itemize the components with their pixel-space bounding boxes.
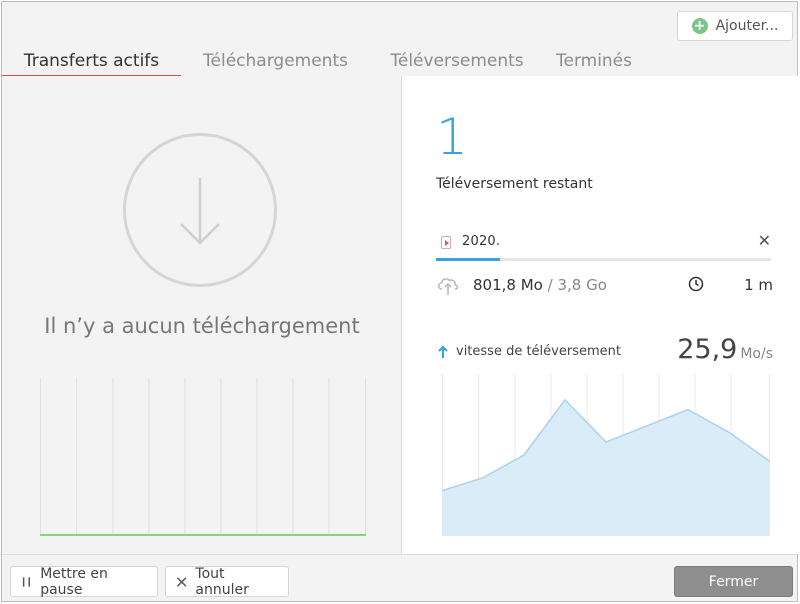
cloud-upload-icon bbox=[437, 278, 459, 295]
upload-speed-graph bbox=[442, 374, 770, 536]
remaining-count: 1 bbox=[436, 108, 468, 166]
upload-arrow-icon bbox=[438, 345, 448, 358]
tab-active-transfers[interactable]: Transferts actifs bbox=[2, 47, 181, 77]
pause-button[interactable]: Mettre en pause bbox=[10, 565, 158, 598]
total-size: / 3,8 Go bbox=[547, 276, 607, 294]
add-button-label: Ajouter... bbox=[715, 18, 779, 34]
upload-speed-label: vitesse de téléversement bbox=[456, 344, 621, 359]
download-speed-graph bbox=[40, 378, 366, 536]
tab-finished[interactable]: Terminés bbox=[544, 47, 644, 76]
empty-downloads-message: Il n’y a aucun téléchargement bbox=[44, 314, 360, 338]
cancel-all-button-label: Tout annuler bbox=[195, 565, 249, 598]
upload-speed-label-group: vitesse de téléversement bbox=[438, 344, 621, 359]
uploads-panel: 1 Téléversement restant 2020. ✕ 801,8 Mo… bbox=[402, 76, 798, 554]
tab-bar: Transferts actifs Téléchargements Téléve… bbox=[2, 47, 644, 77]
cancel-all-button[interactable]: Tout annuler bbox=[165, 565, 289, 598]
upload-item: 2020. ✕ bbox=[436, 231, 771, 261]
upload-size-text: 801,8 Mo / 3,8 Go bbox=[473, 276, 607, 294]
upload-file-name: 2020. bbox=[462, 234, 501, 249]
footer-bar: Mettre en pause Tout annuler Fermer bbox=[2, 554, 797, 601]
time-remaining: 1 m bbox=[744, 276, 773, 294]
video-file-icon bbox=[441, 236, 451, 249]
upload-speed-unit: Mo/s bbox=[740, 346, 773, 362]
upload-speed-readout: 25,9 Mo/s bbox=[677, 334, 773, 365]
upload-speed-value: 25,9 bbox=[677, 334, 738, 365]
download-arrow-icon bbox=[123, 133, 277, 287]
add-button[interactable]: + Ajouter... bbox=[677, 11, 793, 41]
header-bar: + Ajouter... Transferts actifs Télécharg… bbox=[2, 2, 797, 77]
add-plus-icon: + bbox=[691, 18, 708, 34]
remaining-label: Téléversement restant bbox=[436, 176, 593, 192]
tab-downloads[interactable]: Téléchargements bbox=[181, 47, 370, 76]
close-icon bbox=[176, 576, 187, 587]
transferred-size: 801,8 Mo bbox=[473, 276, 543, 294]
upload-progress-fill bbox=[436, 258, 500, 261]
tab-uploads[interactable]: Téléversements bbox=[370, 47, 544, 76]
downloads-panel: Il n’y a aucun téléchargement bbox=[2, 76, 402, 554]
speed-area bbox=[442, 399, 770, 536]
upload-progress-bar bbox=[436, 258, 771, 261]
transfer-manager-window: + Ajouter... Transferts actifs Télécharg… bbox=[1, 1, 798, 602]
cancel-upload-icon[interactable]: ✕ bbox=[758, 231, 771, 250]
close-button[interactable]: Fermer bbox=[674, 566, 793, 597]
upload-stats-row: 801,8 Mo / 3,8 Go 1 m bbox=[436, 274, 773, 298]
pause-button-label: Mettre en pause bbox=[40, 565, 108, 598]
pause-icon bbox=[22, 576, 30, 587]
clock-icon bbox=[688, 276, 704, 292]
